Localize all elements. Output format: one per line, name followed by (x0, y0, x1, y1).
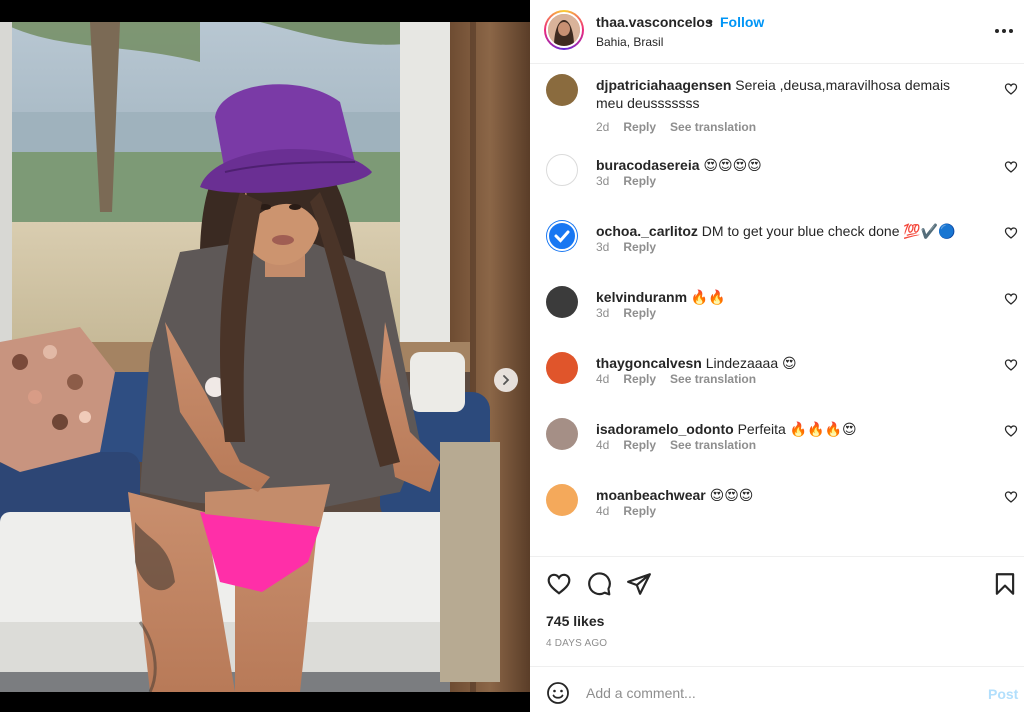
comment-age[interactable]: 4d (596, 438, 609, 452)
see-translation-button[interactable]: See translation (670, 120, 756, 134)
commenter-username[interactable]: ochoa._carlitoz (596, 223, 698, 239)
commenter-avatar[interactable] (546, 74, 578, 106)
author-avatar-image (548, 14, 580, 46)
commenter-username[interactable]: thaygoncalvesn (596, 355, 702, 371)
like-comment-heart-icon[interactable] (1004, 226, 1018, 240)
like-comment-heart-icon[interactable] (1004, 490, 1018, 504)
reply-button[interactable]: Reply (623, 504, 656, 518)
comment-meta: 4d Reply See translation (596, 372, 770, 386)
comment-text: moanbeachwear 😍😍😍 (596, 486, 976, 504)
reply-button[interactable]: Reply (623, 120, 656, 134)
reply-button[interactable]: Reply (623, 438, 656, 452)
commenter-username[interactable]: djpatriciahaagensen (596, 77, 731, 93)
comment-meta: 3d Reply (596, 174, 670, 188)
more-horizontal-icon (1002, 29, 1006, 33)
comment-text: kelvinduranm 🔥🔥 (596, 288, 976, 306)
post-media[interactable] (0, 22, 530, 692)
reply-button[interactable]: Reply (623, 174, 656, 188)
comment-text: djpatriciahaagensen Sereia ,deusa,maravi… (596, 76, 976, 112)
comment-text: thaygoncalvesn Lindezaaaa 😍 (596, 354, 976, 372)
author-username[interactable]: thaa.vasconcelos (596, 14, 713, 30)
commenter-avatar[interactable] (546, 352, 578, 384)
comment-meta: 4d Reply See translation (596, 438, 770, 452)
follow-button[interactable]: Follow (720, 14, 764, 30)
comment-meta: 3d Reply (596, 240, 670, 254)
comment-body: 🔥🔥 (687, 289, 726, 305)
comment-body: Lindezaaaa 😍 (701, 355, 797, 371)
commenter-avatar[interactable] (546, 286, 578, 318)
comment-text: buracodasereia 😍😍😍😍 (596, 156, 976, 174)
comment-icon[interactable] (586, 571, 612, 597)
comment-body: Perfeita 🔥🔥🔥😍 (733, 421, 857, 437)
comment-body: 😍😍😍 (705, 487, 754, 503)
chevron-right-icon (503, 375, 510, 385)
comment-body: DM to get your blue check done 💯✔️🔵 (697, 223, 956, 239)
commenter-username[interactable]: kelvinduranm (596, 289, 687, 305)
heart-icon[interactable] (546, 571, 572, 597)
next-image-button[interactable] (494, 368, 518, 392)
commenter-avatar[interactable] (546, 220, 578, 252)
comment-age[interactable]: 4d (596, 504, 609, 518)
post-sidebar: thaa.vasconcelos • Follow Bahia, Brasil … (530, 0, 1024, 712)
author-avatar[interactable] (544, 10, 584, 50)
reply-button[interactable]: Reply (623, 306, 656, 320)
comment-input[interactable] (586, 679, 966, 707)
bookmark-icon[interactable] (992, 571, 1018, 597)
comment-age[interactable]: 3d (596, 240, 609, 254)
share-icon[interactable] (626, 571, 652, 597)
comment-age[interactable]: 2d (596, 120, 609, 134)
commenter-username[interactable]: moanbeachwear (596, 487, 706, 503)
like-comment-heart-icon[interactable] (1004, 82, 1018, 96)
comment-meta: 2d Reply See translation (596, 120, 770, 134)
post-photo (0, 22, 530, 692)
commenter-avatar[interactable] (546, 484, 578, 516)
emoji-icon[interactable] (546, 681, 570, 705)
comment-text: isadoramelo_odonto Perfeita 🔥🔥🔥😍 (596, 420, 976, 438)
comment-meta: 3d Reply (596, 306, 670, 320)
post-header: thaa.vasconcelos • Follow Bahia, Brasil (530, 0, 1024, 64)
header-separator: • (708, 13, 713, 29)
comment-age[interactable]: 4d (596, 372, 609, 386)
more-horizontal-icon (1009, 29, 1013, 33)
more-horizontal-icon (995, 29, 999, 33)
more-options-button[interactable] (992, 21, 1016, 41)
commenter-username[interactable]: buracodasereia (596, 157, 700, 173)
post-actions: 745 likes 4 DAYS AGO (530, 556, 1024, 666)
commenter-avatar[interactable] (546, 154, 578, 186)
comments-list[interactable]: djpatriciahaagensen Sereia ,deusa,maravi… (530, 66, 1024, 554)
like-comment-heart-icon[interactable] (1004, 358, 1018, 372)
post-location[interactable]: Bahia, Brasil (596, 35, 663, 49)
comment-composer: Post (530, 666, 1024, 712)
comment-meta: 4d Reply (596, 504, 670, 518)
comment-text: ochoa._carlitoz DM to get your blue chec… (596, 222, 976, 240)
reply-button[interactable]: Reply (623, 240, 656, 254)
see-translation-button[interactable]: See translation (670, 438, 756, 452)
like-count[interactable]: 745 likes (546, 613, 604, 629)
like-comment-heart-icon[interactable] (1004, 292, 1018, 306)
comment-age[interactable]: 3d (596, 174, 609, 188)
like-comment-heart-icon[interactable] (1004, 424, 1018, 438)
reply-button[interactable]: Reply (623, 372, 656, 386)
commenter-avatar[interactable] (546, 418, 578, 450)
comment-body: 😍😍😍😍 (699, 157, 762, 173)
post-date: 4 DAYS AGO (546, 638, 608, 649)
post-comment-button[interactable]: Post (988, 686, 1018, 702)
see-translation-button[interactable]: See translation (670, 372, 756, 386)
post-modal: thaa.vasconcelos • Follow Bahia, Brasil … (0, 0, 1024, 712)
comment-age[interactable]: 3d (596, 306, 609, 320)
commenter-username[interactable]: isadoramelo_odonto (596, 421, 734, 437)
like-comment-heart-icon[interactable] (1004, 160, 1018, 174)
